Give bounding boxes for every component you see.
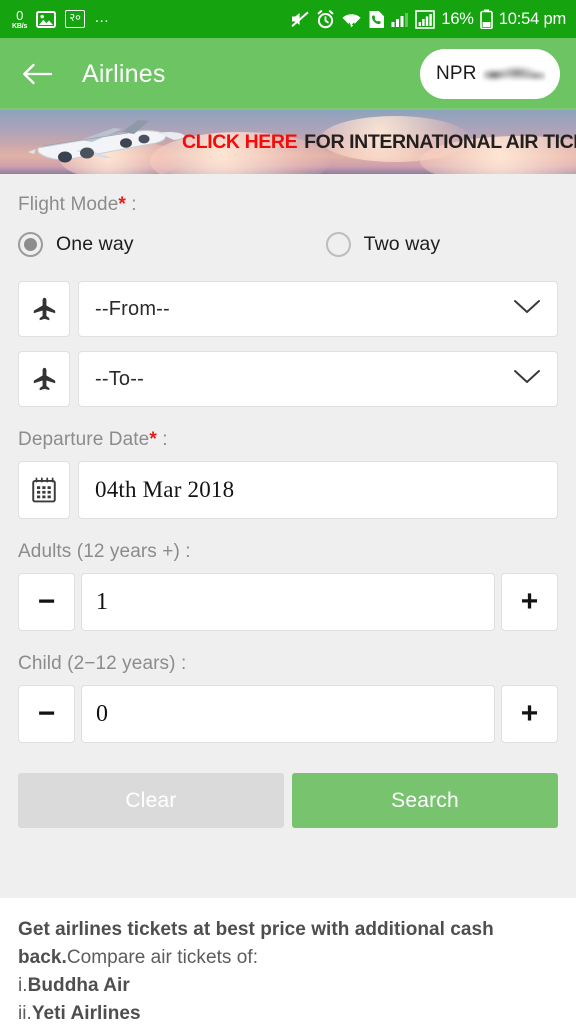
from-select-value: --From-- xyxy=(95,297,170,320)
banner-highlight-text: CLICK HERE xyxy=(182,130,298,153)
flight-mode-label: Flight Mode* : xyxy=(18,194,558,216)
adults-value-field[interactable]: 1 xyxy=(81,573,495,631)
battery-percent-label: 16% xyxy=(441,9,474,28)
balance-pill[interactable]: NPR xyxy=(420,49,560,99)
from-field-row: --From-- xyxy=(18,281,558,337)
radio-unselected-icon xyxy=(325,232,351,257)
battery-icon xyxy=(479,9,493,29)
to-field-row: --To-- xyxy=(18,351,558,407)
from-select[interactable]: --From-- xyxy=(78,281,558,337)
child-increment-button[interactable]: + xyxy=(501,685,558,743)
international-tickets-banner[interactable]: CLICK HERE FOR INTERNATIONAL AIR TICKETS xyxy=(0,110,576,174)
airline-list-item: i.Buddha Air xyxy=(18,972,558,1000)
adults-stepper: − 1 + xyxy=(18,573,558,631)
flight-search-form: Flight Mode* : One way Two way --From-- xyxy=(0,174,576,898)
status-bar-left: 0 KB/s २० … xyxy=(12,9,110,30)
wifi-icon xyxy=(341,10,362,28)
departure-date-input[interactable]: 04th Mar 2018 xyxy=(78,461,558,519)
child-value: 0 xyxy=(96,700,108,727)
label-colon: : xyxy=(156,429,168,450)
call-icon xyxy=(368,10,385,29)
status-bar: 0 KB/s २० … 16% 10:54 pm xyxy=(0,0,576,38)
airlines-booking-screen: 0 KB/s २० … 16% 10:54 pm Airlines NPR CL… xyxy=(0,0,576,1024)
airline-list-name: Yeti Airlines xyxy=(31,1003,141,1024)
back-arrow-icon[interactable] xyxy=(20,57,54,91)
mute-icon xyxy=(290,10,310,28)
departure-date-value: 04th Mar 2018 xyxy=(95,477,235,502)
overflow-dots-icon: … xyxy=(94,8,111,26)
departure-date-label-text: Departure Date xyxy=(18,429,150,450)
departure-date-label: Departure Date* : xyxy=(18,429,558,451)
signal-sim2-icon xyxy=(415,9,436,29)
plane-icon-to xyxy=(18,351,70,407)
balance-amount-redacted xyxy=(482,65,545,83)
flight-mode-label-text: Flight Mode xyxy=(18,194,119,215)
promo-lead-rest: Compare air tickets of: xyxy=(66,947,259,968)
to-select-value: --To-- xyxy=(95,367,144,390)
child-stepper: − 0 + xyxy=(18,685,558,743)
clear-button[interactable]: Clear xyxy=(18,773,284,828)
required-asterisk: * xyxy=(149,429,157,450)
app-bar: Airlines NPR xyxy=(0,38,576,110)
adults-decrement-button[interactable]: − xyxy=(18,573,75,631)
calendar-icon[interactable] xyxy=(18,461,70,519)
chevron-down-icon xyxy=(513,369,541,390)
page-title: Airlines xyxy=(82,59,166,88)
form-actions: Clear Search xyxy=(18,773,558,828)
status-bar-right: 16% 10:54 pm xyxy=(290,9,566,29)
rupee-badge-icon: २० xyxy=(65,10,86,28)
signal-sim1-icon xyxy=(391,10,409,28)
radio-option-one-way[interactable]: One way xyxy=(18,232,134,257)
chevron-down-icon xyxy=(513,299,541,320)
required-asterisk: * xyxy=(118,194,126,215)
clock-label: 10:54 pm xyxy=(498,9,566,28)
adults-increment-button[interactable]: + xyxy=(501,573,558,631)
adults-label: Adults (12 years +) : xyxy=(18,541,191,562)
image-icon xyxy=(36,10,57,28)
banner-rest-text: FOR INTERNATIONAL AIR TICKETS xyxy=(304,130,576,153)
network-speed-value: 0 xyxy=(16,7,24,23)
to-select[interactable]: --To-- xyxy=(78,351,558,407)
airline-list-number: i. xyxy=(18,975,28,996)
radio-selected-icon xyxy=(18,232,43,257)
banner-text: CLICK HERE FOR INTERNATIONAL AIR TICKETS xyxy=(182,110,576,174)
plane-icon-from xyxy=(18,281,70,337)
banner-airplane-image xyxy=(28,120,185,163)
child-decrement-button[interactable]: − xyxy=(18,685,75,743)
promo-lead-paragraph: Get airlines tickets at best price with … xyxy=(18,916,558,972)
departure-date-row: 04th Mar 2018 xyxy=(18,461,558,519)
child-label: Child (2−12 years) : xyxy=(18,653,187,674)
radio-label-one-way: One way xyxy=(56,233,134,255)
airline-list-number: ii. xyxy=(18,1003,32,1024)
airline-list-name: Buddha Air xyxy=(27,975,130,996)
radio-option-two-way[interactable]: Two way xyxy=(325,232,441,257)
label-colon: : xyxy=(125,194,137,215)
alarm-icon xyxy=(316,9,335,29)
airline-list-item: ii.Yeti Airlines xyxy=(18,1000,558,1024)
child-value-field[interactable]: 0 xyxy=(81,685,495,743)
network-speed-unit: KB/s xyxy=(12,22,28,30)
promo-description: Get airlines tickets at best price with … xyxy=(0,898,576,1024)
adults-value: 1 xyxy=(96,588,108,615)
flight-mode-radio-group: One way Two way xyxy=(18,232,558,257)
network-speed-indicator: 0 KB/s xyxy=(12,9,27,30)
balance-currency-label: NPR xyxy=(436,63,477,84)
search-button[interactable]: Search xyxy=(292,773,558,828)
radio-label-two-way: Two way xyxy=(363,233,441,255)
